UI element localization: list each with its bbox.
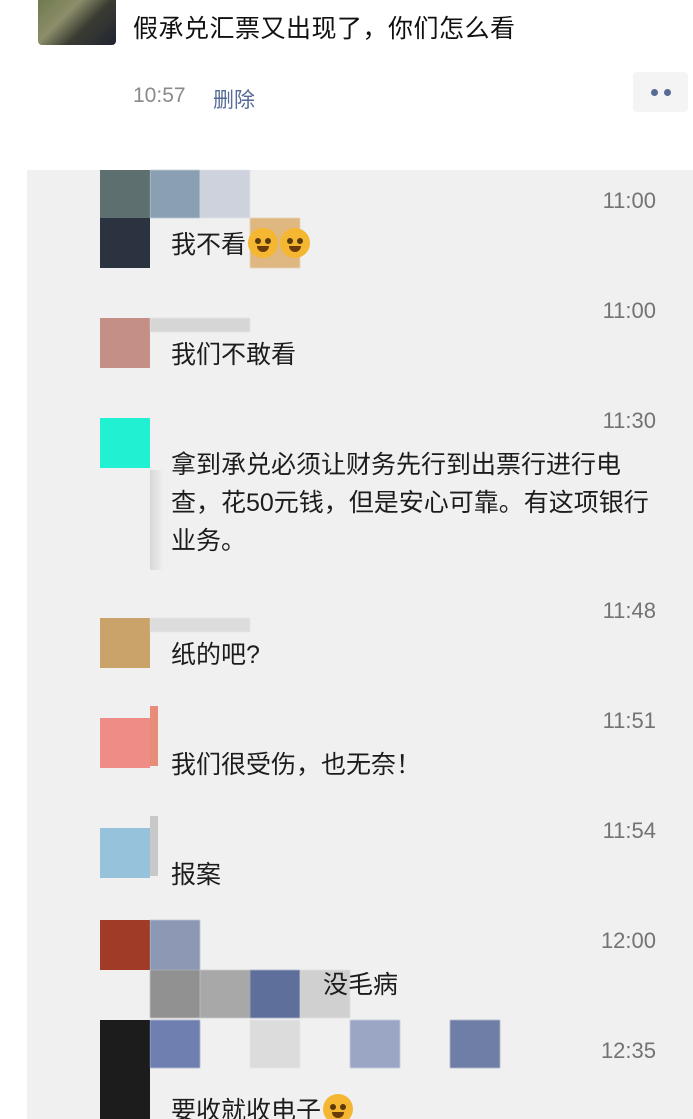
comment-item[interactable]: 11:54 报案 xyxy=(27,800,693,910)
comment-item[interactable]: 12:35 要收就收电子 xyxy=(27,1020,693,1119)
post-text: 假承兑汇票又出现了，你们怎么看 xyxy=(133,15,516,43)
comment-text: 我们很受伤，也无奈！ xyxy=(171,751,422,779)
avatar xyxy=(100,218,150,268)
comment-text: 报案 xyxy=(171,861,222,889)
comment-text: 要收就收电子 xyxy=(171,1092,671,1119)
avatar[interactable] xyxy=(100,318,150,368)
delete-link[interactable]: 删除 xyxy=(213,84,255,114)
crying-laughing-emoji-icon xyxy=(323,1094,354,1119)
comment-text: 拿到承兑必须让财务先行到出票行进行电查，花50元钱，但是安心可靠。有这项银行业务… xyxy=(171,451,649,555)
dot xyxy=(663,88,671,96)
comment-time: 12:00 xyxy=(600,928,656,953)
comment-item[interactable]: 11:00 我们不敢看 xyxy=(27,280,693,390)
avatar[interactable] xyxy=(100,418,150,468)
avatar[interactable] xyxy=(100,828,150,878)
comment-item[interactable]: 11:30 拿到承兑必须让财务先行到出票行进行电查，花50元钱，但是安心可靠。有… xyxy=(27,390,693,580)
comment-text: 我不看 xyxy=(171,226,671,264)
comment-time: 11:00 xyxy=(602,298,656,323)
comments-section: 11:00 我不看 11:00 我们不敢看 11:30 拿到承兑必须让财务先行到… xyxy=(27,170,693,1119)
comment-text: 我们不敢看 xyxy=(171,341,297,369)
avatar[interactable] xyxy=(100,718,150,768)
avatar[interactable] xyxy=(100,618,150,668)
avatar[interactable] xyxy=(100,1020,150,1119)
comment-text-content: 要收就收电子 xyxy=(171,1097,322,1119)
blur-edge xyxy=(150,706,158,766)
comment-time: 11:00 xyxy=(602,188,656,213)
comment-time: 11:48 xyxy=(602,598,656,623)
blur-edge xyxy=(150,470,164,570)
dot xyxy=(650,88,658,96)
post-avatar[interactable] xyxy=(38,0,116,45)
comment-item[interactable]: 11:48 纸的吧? xyxy=(27,580,693,690)
comment-time: 11:54 xyxy=(602,818,656,843)
blur-edge xyxy=(150,816,158,876)
crying-laughing-emoji-icon xyxy=(280,228,311,258)
avatar[interactable] xyxy=(100,920,150,970)
comment-text-content: 我不看 xyxy=(171,231,247,259)
comment-item[interactable]: 12:00 没毛病 xyxy=(27,910,693,1020)
comment-time: 12:35 xyxy=(600,1038,656,1063)
comment-item[interactable]: 11:51 我们很受伤，也无奈！ xyxy=(27,690,693,800)
comment-time: 11:51 xyxy=(602,708,656,733)
post-time: 10:57 xyxy=(133,84,186,107)
moment-post: 假承兑汇票又出现了，你们怎么看 10:57 删除 xyxy=(0,0,693,160)
comment-text: 纸的吧? xyxy=(171,641,260,669)
crying-laughing-emoji-icon xyxy=(248,228,279,258)
comment-time: 11:30 xyxy=(602,408,656,433)
comment-text: 没毛病 xyxy=(323,971,399,999)
comment-item[interactable]: 11:00 我不看 xyxy=(27,170,693,280)
more-dots-icon[interactable] xyxy=(633,72,688,112)
avatar[interactable] xyxy=(100,170,150,218)
